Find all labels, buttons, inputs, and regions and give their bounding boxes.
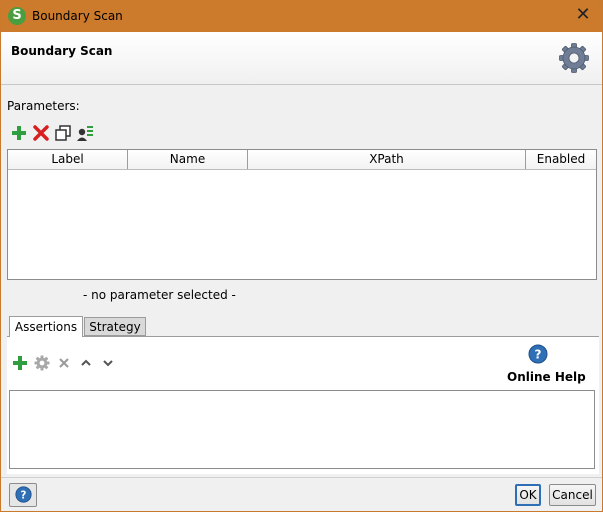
move-down-icon[interactable] [100, 355, 116, 371]
title-bar[interactable]: S Boundary Scan ✕ [1, 1, 602, 32]
help-icon[interactable]: ? [528, 344, 548, 364]
tab-assertions[interactable]: Assertions [9, 316, 83, 337]
delete-icon[interactable] [32, 124, 50, 142]
gear-icon [559, 43, 589, 73]
ok-button[interactable]: OK [515, 484, 541, 506]
add-icon[interactable] [10, 124, 28, 142]
column-header-xpath[interactable]: XPath [248, 150, 526, 169]
no-parameter-message: - no parameter selected - [83, 288, 236, 302]
app-logo-icon: S [8, 7, 26, 25]
move-up-icon[interactable] [78, 355, 94, 371]
configure-icon[interactable] [34, 355, 50, 371]
parameters-label: Parameters: [7, 99, 80, 113]
online-help-label[interactable]: Online Help [507, 370, 586, 384]
footer-divider [1, 477, 602, 478]
table-header: Label Name XPath Enabled [8, 150, 596, 170]
assertions-list[interactable] [9, 390, 595, 469]
dialog-header: Boundary Scan [1, 32, 602, 85]
column-header-enabled[interactable]: Enabled [526, 150, 596, 169]
remove-icon[interactable] [56, 355, 72, 371]
cancel-button[interactable]: Cancel [549, 484, 596, 506]
clone-icon[interactable] [54, 124, 72, 142]
add-assertion-icon[interactable] [12, 355, 28, 371]
column-header-label[interactable]: Label [8, 150, 128, 169]
close-icon[interactable]: ✕ [574, 5, 592, 25]
header-title: Boundary Scan [11, 44, 113, 58]
svg-text:?: ? [21, 490, 27, 501]
column-header-name[interactable]: Name [128, 150, 248, 169]
assign-icon[interactable] [76, 124, 94, 142]
help-button[interactable]: ? [9, 483, 37, 507]
dialog-window: S Boundary Scan ✕ Boundary Scan Paramete… [0, 0, 603, 512]
help-icon: ? [15, 486, 32, 503]
parameters-table[interactable]: Label Name XPath Enabled [7, 149, 597, 280]
window-title: Boundary Scan [32, 9, 123, 23]
tab-strategy[interactable]: Strategy [84, 317, 146, 336]
svg-text:?: ? [535, 348, 542, 362]
